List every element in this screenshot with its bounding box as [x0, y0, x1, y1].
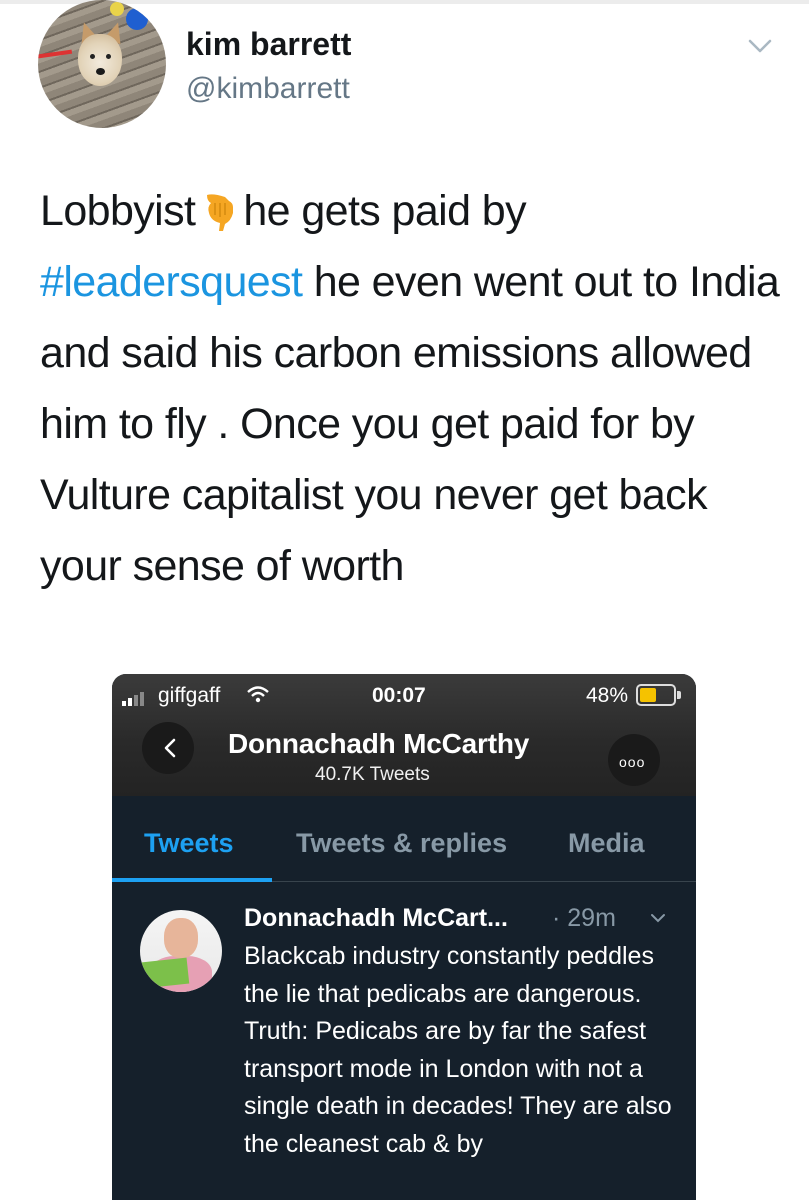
dog-nose	[96, 68, 105, 75]
avatar-toy	[110, 2, 124, 16]
dog-eye-right	[106, 54, 111, 59]
author-handle[interactable]: @kimbarrett	[186, 72, 350, 106]
hashtag-link[interactable]: #leadersquest	[40, 258, 303, 306]
inner-tweet-avatar[interactable]	[140, 910, 222, 992]
inner-tweet-text: Blackcab industry constantly peddles the…	[244, 942, 672, 1158]
tweet-text-start: Lobbyist	[40, 187, 196, 235]
inner-tweet-timestamp: · 29m	[552, 904, 616, 932]
profile-tweet-count: 40.7K Tweets	[315, 764, 430, 785]
pointing-down-hand-icon	[207, 194, 234, 231]
tab-tweets[interactable]: Tweets	[144, 828, 234, 859]
more-dots-icon: ooo	[619, 754, 646, 770]
profile-tabs: Tweets Tweets & replies Media	[112, 796, 696, 882]
inner-tweet-author[interactable]: Donnachadh McCart...	[244, 904, 508, 933]
tweet-text: Lobbyist he gets paid by #leadersquest h…	[40, 176, 780, 602]
chevron-left-icon	[164, 738, 176, 758]
avatar-toy-blue	[126, 8, 148, 30]
profile-name: Donnachadh McCarthy	[228, 728, 530, 759]
more-options-button[interactable]: ooo	[608, 734, 660, 786]
tweet-text-rest: he even went out to India and said his c…	[40, 258, 780, 590]
author-avatar[interactable]	[38, 0, 166, 128]
inner-chevron-down-icon[interactable]	[650, 912, 666, 924]
chevron-down-icon[interactable]	[746, 36, 774, 56]
signal-strength-icon	[122, 688, 146, 706]
tweet-text-line1: he gets paid by	[243, 187, 527, 235]
status-time: 00:07	[372, 684, 426, 707]
avatar-leash	[38, 49, 73, 59]
active-tab-indicator	[112, 878, 272, 882]
battery-icon	[636, 684, 681, 706]
back-button[interactable]	[142, 722, 194, 774]
wifi-icon	[247, 686, 269, 703]
tab-media[interactable]: Media	[568, 828, 645, 859]
battery-percent: 48%	[586, 684, 629, 707]
tab-tweets-replies[interactable]: Tweets & replies	[296, 828, 507, 859]
attached-image[interactable]: giffgaff 00:07 48% Donnachadh McCarthy 4…	[112, 674, 696, 1200]
dog-head	[78, 34, 122, 86]
carrier-name: giffgaff	[158, 684, 221, 707]
author-display-name[interactable]: kim barrett	[186, 26, 351, 63]
dog-eye-left	[90, 54, 95, 59]
profile-header: giffgaff 00:07 48% Donnachadh McCarthy 4…	[112, 674, 696, 796]
